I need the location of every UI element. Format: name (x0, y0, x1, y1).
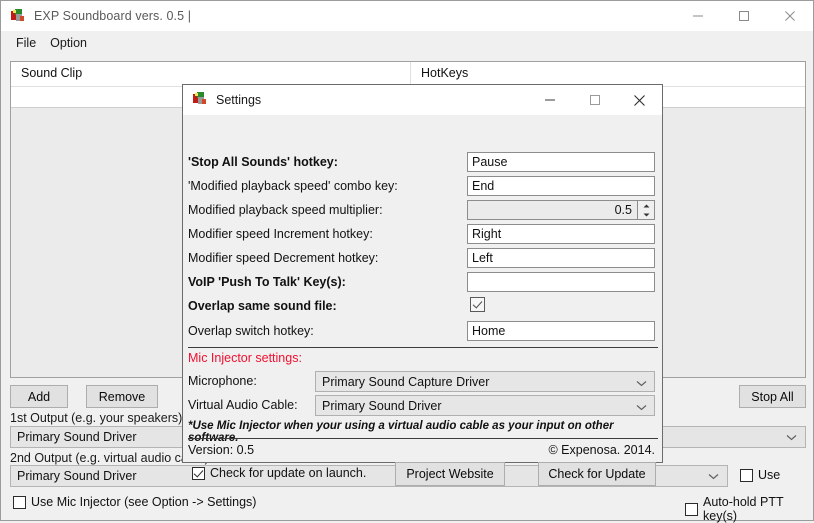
use-checkbox[interactable]: Use (740, 468, 780, 482)
main-window-titlebar: EXP Soundboard vers. 0.5 | (1, 1, 813, 31)
maximize-icon[interactable] (572, 85, 617, 115)
check-for-update-button[interactable]: Check for Update (538, 462, 656, 486)
use-mic-injector-label: Use Mic Injector (see Option -> Settings… (31, 495, 257, 509)
overlap-same-sound-file-checkbox[interactable] (470, 297, 485, 312)
field-label: 'Stop All Sounds' hotkey: (188, 155, 338, 169)
settings-dialog-controls (527, 85, 662, 115)
app-icon (192, 91, 208, 110)
settings-dialog: Settings 'Stop All Sounds' hotkey: Pause… (182, 84, 663, 486)
chevron-down-icon (708, 469, 719, 483)
stop-all-sounds-hotkey-input[interactable]: Pause (467, 152, 655, 172)
output1-label: 1st Output (e.g. your speakers) (10, 411, 183, 425)
push-to-talk-keys-input[interactable] (467, 272, 655, 292)
speed-decrement-hotkey-input[interactable]: Left (467, 248, 655, 268)
field-row-virtual-audio-cable: Virtual Audio Cable: Primary Sound Drive… (183, 395, 662, 419)
field-row-playback-speed-multiplier: Modified playback speed multiplier: 0.5 (183, 200, 662, 224)
mic-injector-settings-heading: Mic Injector settings: (188, 351, 302, 365)
check-for-update-on-launch-checkbox[interactable]: Check for update on launch. (192, 466, 366, 480)
microphone-value: Primary Sound Capture Driver (322, 375, 490, 389)
main-window-controls (675, 1, 813, 31)
settings-dialog-body: 'Stop All Sounds' hotkey: Pause 'Modifie… (183, 115, 662, 486)
mic-injector-note: *Use Mic Injector when your using a virt… (188, 420, 614, 444)
minimize-icon[interactable] (527, 85, 572, 115)
checkbox-box (13, 495, 26, 509)
field-label: VoIP 'Push To Talk' Key(s): (188, 275, 346, 289)
remove-button[interactable]: Remove (86, 385, 158, 408)
field-row-playback-speed-combo-key: 'Modified playback speed' combo key: End (183, 176, 662, 200)
field-row-speed-decrement-hotkey: Modifier speed Decrement hotkey: Left (183, 248, 662, 272)
check-update-launch-label: Check for update on launch. (210, 466, 367, 480)
playback-speed-combo-key-input[interactable]: End (467, 176, 655, 196)
menu-item-option[interactable]: Option (43, 34, 94, 52)
divider-bottom (188, 438, 658, 439)
main-window-title: EXP Soundboard vers. 0.5 | (34, 9, 192, 23)
checkbox-box (740, 468, 753, 482)
field-row-overlap-same-sound-file: Overlap same sound file: (183, 296, 662, 320)
auto-hold-ptt-checkbox[interactable]: Auto-hold PTT key(s) (685, 495, 813, 523)
field-row-overlap-switch-hotkey: Overlap switch hotkey: Home (183, 321, 662, 345)
field-label: Overlap same sound file: (188, 299, 337, 313)
virtual-audio-cable-value: Primary Sound Driver (322, 399, 442, 413)
field-row-microphone: Microphone: Primary Sound Capture Driver (183, 371, 662, 395)
settings-dialog-titlebar: Settings (183, 85, 662, 115)
field-label: Modifier speed Increment hotkey: (188, 227, 373, 241)
menu-item-file[interactable]: File (9, 34, 43, 52)
stepper-buttons (638, 200, 655, 220)
speed-increment-hotkey-input[interactable]: Right (467, 224, 655, 244)
column-header-hotkeys[interactable]: HotKeys (411, 62, 805, 86)
field-label: Overlap switch hotkey: (188, 324, 314, 338)
maximize-icon[interactable] (721, 1, 767, 31)
column-header-sound-clip[interactable]: Sound Clip (11, 62, 411, 86)
divider-top (188, 347, 658, 348)
playback-speed-multiplier-stepper[interactable]: 0.5 (467, 200, 655, 220)
output2-label: 2nd Output (e.g. virtual audio cable) (10, 451, 209, 465)
stepper-down-icon[interactable] (638, 210, 654, 219)
minimize-icon[interactable] (675, 1, 721, 31)
field-row-speed-increment-hotkey: Modifier speed Increment hotkey: Right (183, 224, 662, 248)
chevron-down-icon (636, 400, 647, 414)
multiplier-value[interactable]: 0.5 (467, 200, 638, 220)
chevron-down-icon (786, 430, 797, 444)
checkbox-box (685, 502, 698, 516)
close-icon[interactable] (617, 85, 662, 115)
microphone-label: Microphone: (188, 374, 257, 388)
checkbox-box (192, 466, 205, 480)
chevron-down-icon (636, 376, 647, 390)
settings-dialog-title: Settings (216, 93, 262, 107)
virtual-audio-cable-label: Virtual Audio Cable: (188, 398, 298, 412)
close-icon[interactable] (767, 1, 813, 31)
copyright-label: © Expenosa. 2014. (548, 443, 655, 457)
use-checkbox-label: Use (758, 468, 781, 482)
overlap-switch-hotkey-input[interactable]: Home (467, 321, 655, 341)
field-label: Modifier speed Decrement hotkey: (188, 251, 379, 265)
virtual-audio-cable-combo[interactable]: Primary Sound Driver (315, 395, 655, 416)
field-row-push-to-talk-keys: VoIP 'Push To Talk' Key(s): (183, 272, 662, 296)
project-website-button[interactable]: Project Website (395, 462, 505, 486)
output1-value: Primary Sound Driver (17, 430, 137, 444)
add-button[interactable]: Add (10, 385, 68, 408)
output2-value: Primary Sound Driver (17, 469, 137, 483)
stepper-up-icon[interactable] (638, 201, 654, 210)
app-icon (10, 8, 26, 24)
field-label: Modified playback speed multiplier: (188, 203, 383, 217)
field-row-stop-all-sounds: 'Stop All Sounds' hotkey: Pause (183, 152, 662, 176)
field-label: 'Modified playback speed' combo key: (188, 179, 398, 193)
use-mic-injector-checkbox[interactable]: Use Mic Injector (see Option -> Settings… (13, 495, 256, 509)
microphone-combo[interactable]: Primary Sound Capture Driver (315, 371, 655, 392)
auto-hold-ptt-label: Auto-hold PTT key(s) (703, 495, 784, 523)
stop-all-button[interactable]: Stop All (739, 385, 806, 408)
menu-bar: File Option (1, 31, 813, 55)
version-label: Version: 0.5 (188, 443, 255, 457)
